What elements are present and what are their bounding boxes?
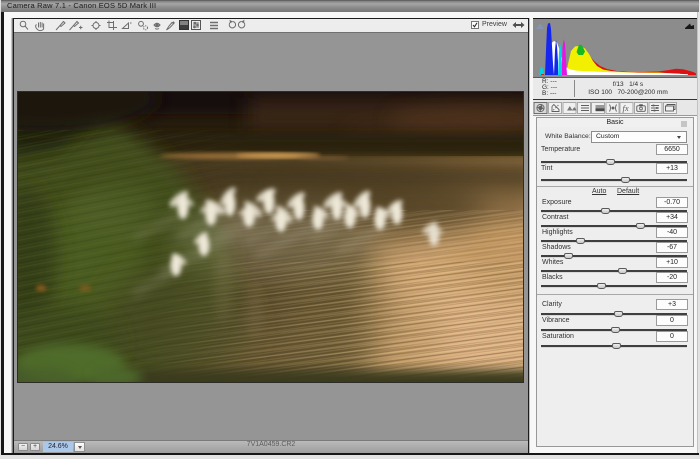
svg-text:fx: fx — [623, 103, 629, 113]
